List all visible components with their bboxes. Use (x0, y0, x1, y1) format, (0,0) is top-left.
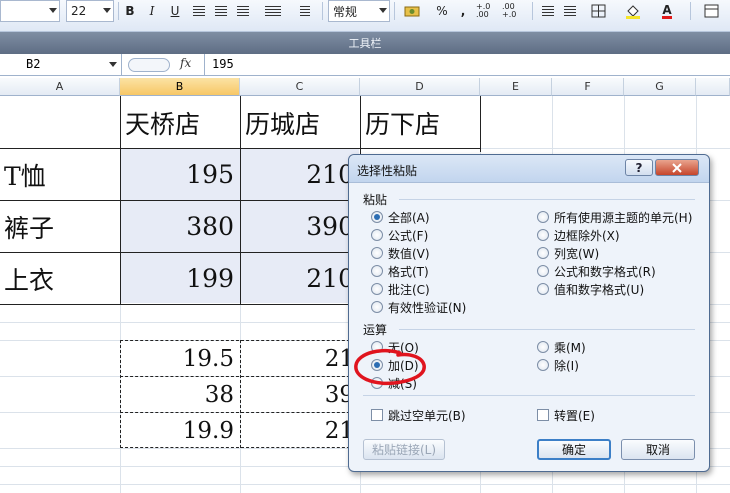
toolbar-title-strip: 工具栏 (0, 32, 730, 54)
name-box-value: B2 (26, 57, 41, 71)
comma-button[interactable]: , (454, 0, 472, 22)
ok-button[interactable]: 确定 (537, 439, 611, 460)
option-label: 有效性验证(N) (388, 300, 467, 315)
column-header-h[interactable] (696, 78, 730, 96)
radio-paste-formulas[interactable]: 公式(F) (371, 227, 428, 243)
radio-op-multiply[interactable]: 乘(M) (537, 339, 586, 355)
option-label: 格式(T) (388, 264, 429, 279)
currency-icon[interactable] (398, 0, 428, 22)
cell-b2[interactable]: 195 (120, 149, 240, 200)
option-label: 乘(M) (554, 340, 586, 355)
cell-c2[interactable]: 210 (240, 149, 360, 200)
column-header-d[interactable]: D (360, 78, 480, 96)
radio-paste-no-borders[interactable]: 边框除外(X) (537, 227, 620, 243)
number-format-value: 常规 (333, 4, 358, 19)
bold-button[interactable]: B (121, 0, 139, 22)
radio-paste-all[interactable]: 全部(A) (371, 209, 430, 225)
increase-indent-icon[interactable] (560, 0, 580, 22)
row-label-top[interactable]: 上衣 (0, 253, 120, 304)
help-button[interactable]: ? (625, 159, 653, 176)
italic-button[interactable]: I (143, 0, 161, 22)
insert-function-icon[interactable]: fx (180, 56, 191, 70)
formula-input[interactable]: 195 (212, 57, 234, 71)
row-label-pants[interactable]: 裤子 (0, 201, 120, 252)
decrease-decimal-button[interactable]: .00 +.0 (502, 0, 526, 22)
underline-button[interactable]: U (166, 0, 184, 22)
option-label: 公式(F) (388, 228, 429, 243)
column-header-g[interactable]: G (624, 78, 696, 96)
operation-section-label: 运算 (363, 323, 388, 337)
font-size-box[interactable]: 22 (66, 0, 114, 22)
spreadsheet-window: 22 B I U 常规 % , +.0 .00 .00 +.0 A 工具栏 B2… (0, 0, 730, 493)
option-label: 数值(V) (388, 246, 430, 261)
font-color-glyph: A (662, 2, 672, 19)
option-label: 所有使用源主题的单元(H) (554, 210, 693, 225)
radio-paste-formats[interactable]: 格式(T) (371, 263, 429, 279)
paste-special-dialog: 选择性粘贴 ? 粘贴 全部(A) 公式(F) 数值(V) 格式(T) 批注(C)… (348, 154, 710, 472)
align-left-icon[interactable] (190, 0, 208, 22)
borders-icon[interactable] (584, 0, 614, 22)
radio-paste-comments[interactable]: 批注(C) (371, 281, 430, 297)
checkbox-skip-blanks[interactable]: 跳过空单元(B) (371, 407, 466, 423)
column-header-e[interactable]: E (480, 78, 552, 96)
dialog-title: 选择性粘贴 (357, 164, 418, 178)
font-name-box[interactable] (0, 0, 60, 22)
header-cell-licheng[interactable]: 历城店 (240, 97, 360, 148)
column-header-f[interactable]: F (552, 78, 624, 96)
percent-button[interactable]: % (432, 0, 452, 22)
column-header-b[interactable]: B (120, 78, 240, 96)
close-icon (672, 162, 682, 173)
merge-center-icon[interactable] (258, 0, 288, 22)
option-label: 值和数字格式(U) (554, 282, 645, 297)
cancel-button[interactable]: 取消 (621, 439, 695, 460)
option-label: 跳过空单元(B) (388, 408, 466, 423)
help-icon: ? (635, 160, 643, 175)
fill-color-icon[interactable] (618, 0, 648, 22)
cell-b4[interactable]: 199 (120, 253, 240, 304)
radio-paste-values-numbers[interactable]: 值和数字格式(U) (537, 281, 644, 297)
column-header-c[interactable]: C (240, 78, 360, 96)
chevron-down-icon[interactable] (109, 62, 117, 67)
wrap-text-icon[interactable] (294, 0, 316, 22)
option-label: 列宽(W) (554, 246, 600, 261)
cell-c4[interactable]: 210 (240, 253, 360, 304)
format-cells-icon[interactable] (698, 0, 726, 22)
ribbon-toolbar: 22 B I U 常规 % , +.0 .00 .00 +.0 A (0, 0, 730, 32)
decrease-indent-icon[interactable] (538, 0, 558, 22)
formula-bar: B2 fx 195 (0, 54, 730, 76)
checkbox-transpose[interactable]: 转置(E) (537, 407, 595, 423)
annotation-circle (354, 348, 426, 386)
font-size-value: 22 (71, 4, 87, 18)
row-label-tshirt[interactable]: T恤 (0, 149, 120, 200)
radio-paste-col-widths[interactable]: 列宽(W) (537, 245, 599, 261)
radio-op-divide[interactable]: 除(I) (537, 357, 579, 373)
radio-paste-formulas-numbers[interactable]: 公式和数字格式(R) (537, 263, 656, 279)
paste-link-button[interactable]: 粘贴链接(L) (363, 439, 445, 460)
cell-b3[interactable]: 380 (120, 201, 240, 252)
column-header-a[interactable]: A (0, 78, 120, 96)
paste-section-label: 粘贴 (363, 193, 388, 207)
close-button[interactable] (655, 159, 699, 176)
header-cell-lixia[interactable]: 历下店 (360, 97, 480, 148)
cell-c3[interactable]: 390 (240, 201, 360, 252)
formula-bar-splitter[interactable] (128, 58, 170, 72)
align-center-icon[interactable] (212, 0, 230, 22)
dialog-titlebar[interactable]: 选择性粘贴 ? (349, 155, 709, 183)
option-label: 批注(C) (388, 282, 430, 297)
option-label: 转置(E) (554, 408, 595, 423)
number-format-select[interactable]: 常规 (328, 0, 390, 22)
radio-paste-values[interactable]: 数值(V) (371, 245, 430, 261)
increase-decimal-button[interactable]: +.0 .00 (476, 0, 500, 22)
radio-paste-validation[interactable]: 有效性验证(N) (371, 299, 466, 315)
option-label: 除(I) (554, 358, 579, 373)
header-cell-tianqiao[interactable]: 天桥店 (120, 97, 240, 148)
name-box[interactable]: B2 (0, 54, 122, 76)
align-right-icon[interactable] (234, 0, 252, 22)
option-label: 全部(A) (388, 210, 430, 225)
option-label: 公式和数字格式(R) (554, 264, 656, 279)
option-label: 边框除外(X) (554, 228, 620, 243)
font-color-icon[interactable]: A (652, 0, 682, 22)
radio-paste-source-theme[interactable]: 所有使用源主题的单元(H) (537, 209, 692, 225)
